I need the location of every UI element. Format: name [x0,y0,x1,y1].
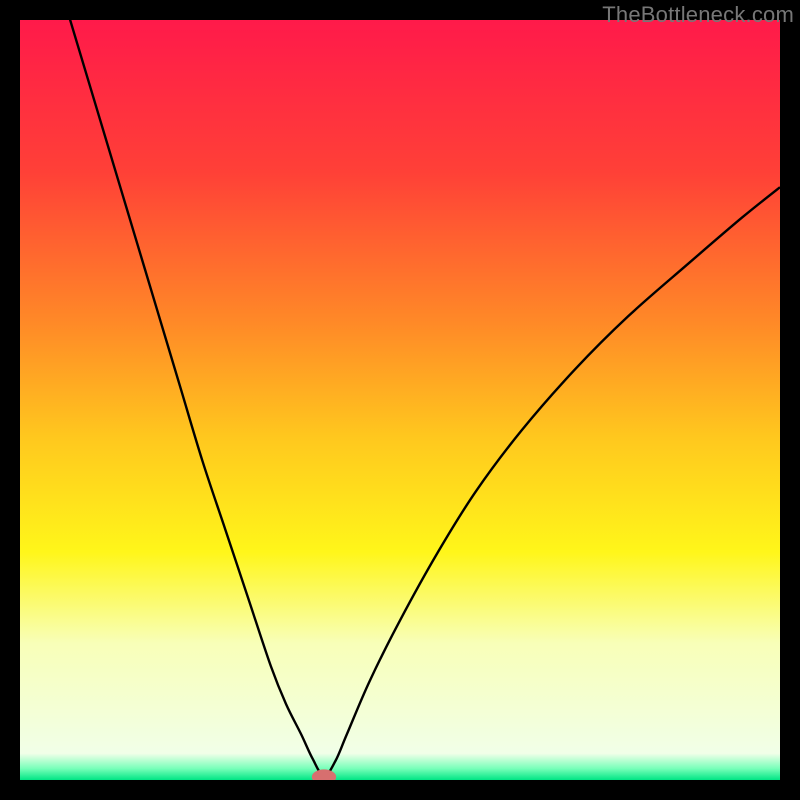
watermark-text: TheBottleneck.com [602,2,794,28]
bottleneck-chart [20,20,780,780]
gradient-background [20,20,780,780]
chart-frame [20,20,780,780]
